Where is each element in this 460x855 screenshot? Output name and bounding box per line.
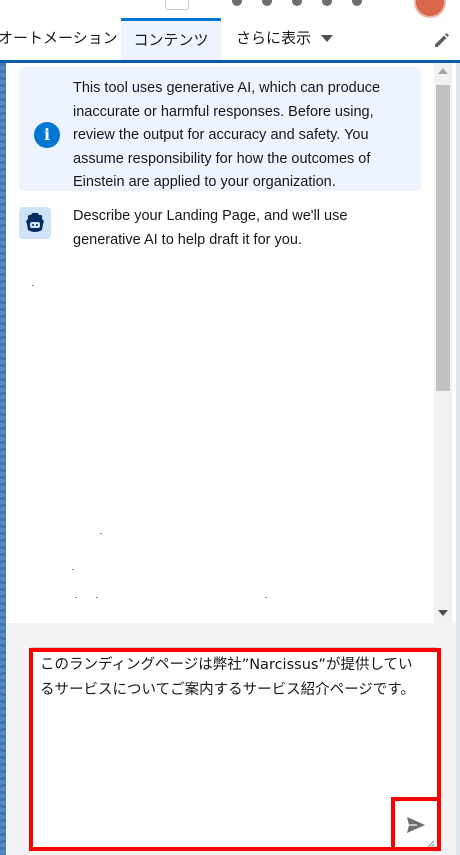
resize-handle-icon[interactable] xyxy=(425,838,435,848)
notice-line: Einstein are applied to your organizatio… xyxy=(73,174,336,190)
tab-more-label: さらに表示 xyxy=(236,30,312,47)
toolbar-icon[interactable] xyxy=(292,0,302,6)
tab-automation[interactable]: オートメーション xyxy=(0,18,118,60)
render-artifact xyxy=(72,569,74,570)
toolbar-icon[interactable] xyxy=(262,0,272,6)
render-artifact xyxy=(32,285,34,286)
einstein-chat-panel: i This tool uses generative AI, which ca… xyxy=(6,63,456,623)
pencil-icon[interactable] xyxy=(432,30,452,50)
scrollbar-thumb[interactable] xyxy=(436,85,450,391)
toolbar-button[interactable] xyxy=(165,0,189,10)
render-artifact xyxy=(265,597,267,598)
chevron-down-icon xyxy=(321,34,334,42)
bot-message: Describe your Landing Page, and we'll us… xyxy=(73,205,413,252)
tab-content[interactable]: コンテンツ xyxy=(121,18,221,60)
bot-message-line: Describe your Landing Page, and we'll us… xyxy=(73,208,348,224)
ai-disclaimer-text: This tool uses generative AI, which can … xyxy=(73,77,413,195)
tab-automation-label: オートメーション xyxy=(0,30,118,47)
notice-line: assume responsibility for how the outcom… xyxy=(73,150,371,167)
einstein-bot-icon xyxy=(19,207,51,239)
chat-scrollbar[interactable] xyxy=(434,63,452,623)
toolbar-icon[interactable] xyxy=(232,0,242,6)
prompt-input-value: このランディングページは弊社”Narcissus”が提供してい るサービスについ… xyxy=(40,653,440,703)
app-tab-bar: オートメーション コンテンツ さらに表示 xyxy=(0,18,460,63)
notice-line: This tool uses generative AI, which can … xyxy=(73,80,381,96)
toolbar-icon[interactable] xyxy=(352,0,362,6)
tab-content-label: コンテンツ xyxy=(133,32,209,49)
send-icon[interactable] xyxy=(406,816,426,834)
utility-bar xyxy=(0,0,460,18)
scroll-down-arrow-icon[interactable] xyxy=(438,610,448,616)
ai-disclaimer-notice: i This tool uses generative AI, which ca… xyxy=(19,67,421,191)
user-avatar[interactable] xyxy=(414,0,446,18)
render-artifact xyxy=(100,533,102,534)
info-icon: i xyxy=(34,122,60,148)
bot-message-line: generative AI to help draft it for you. xyxy=(73,231,302,248)
prompt-input-line: るサービスについてご案内するサービス紹介ページです。 xyxy=(40,682,415,698)
prompt-input-line: このランディングページは弊社”Narcissus”が提供してい xyxy=(40,657,413,673)
background-app-edge xyxy=(456,63,460,855)
toolbar-icon[interactable] xyxy=(322,0,332,6)
scroll-up-arrow-icon[interactable] xyxy=(438,68,448,74)
render-artifact xyxy=(96,597,98,598)
tab-more[interactable]: さらに表示 xyxy=(236,18,334,60)
notice-line: review the output for accuracy and safet… xyxy=(73,127,369,143)
notice-line: inaccurate or harmful responses. Before … xyxy=(73,103,374,120)
render-artifact xyxy=(75,597,77,598)
